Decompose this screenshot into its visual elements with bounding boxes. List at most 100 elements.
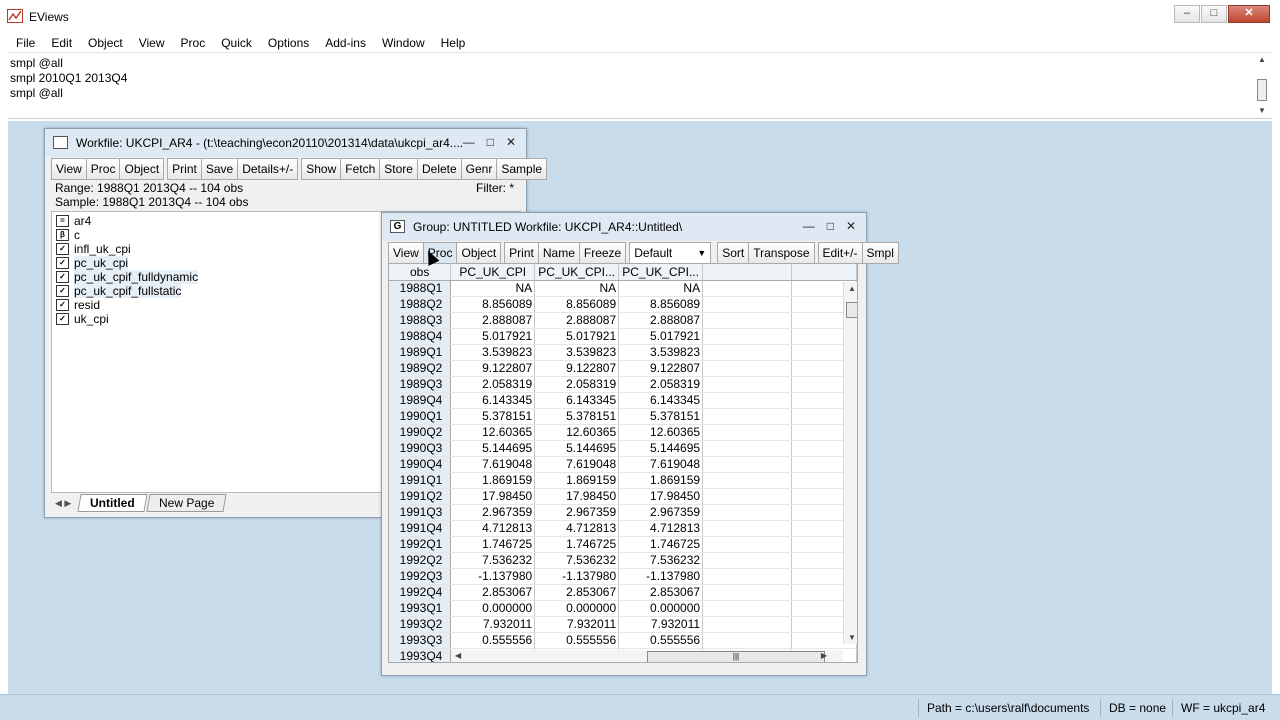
table-cell[interactable]: 2.967359 bbox=[534, 504, 620, 521]
table-cell[interactable]: -1.137980 bbox=[450, 568, 536, 585]
command-scrollbar[interactable]: ▲ ▼ bbox=[1256, 55, 1268, 115]
empty-cell[interactable] bbox=[702, 312, 792, 329]
empty-cell[interactable] bbox=[702, 488, 792, 505]
menu-view[interactable]: View bbox=[131, 36, 173, 50]
table-cell[interactable]: NA bbox=[618, 280, 704, 297]
tab-scroll-icon[interactable]: ◀ ▶ bbox=[55, 498, 71, 509]
table-cell[interactable]: 8.856089 bbox=[534, 296, 620, 313]
empty-cell[interactable] bbox=[702, 584, 792, 601]
spreadsheet-grid[interactable]: obs PC_UK_CPI PC_UK_CPI... PC_UK_CPI... … bbox=[388, 263, 858, 663]
close-icon[interactable]: ✕ bbox=[506, 135, 516, 149]
empty-cell[interactable] bbox=[702, 360, 792, 377]
table-cell[interactable]: 2.058319 bbox=[450, 376, 536, 393]
scroll-down-icon[interactable]: ▼ bbox=[1256, 106, 1268, 115]
column-header[interactable]: PC_UK_CPI... bbox=[534, 264, 620, 281]
wf-store-button[interactable]: Store bbox=[379, 158, 418, 180]
table-cell[interactable]: 0.555556 bbox=[618, 632, 704, 649]
empty-cell[interactable] bbox=[702, 440, 792, 457]
grp-transpose-button[interactable]: Transpose bbox=[748, 242, 815, 264]
empty-cell[interactable] bbox=[702, 328, 792, 345]
format-select[interactable]: Default ▼ bbox=[629, 242, 712, 264]
table-cell[interactable]: 1.746725 bbox=[450, 536, 536, 553]
empty-cell[interactable] bbox=[702, 472, 792, 489]
grid-vertical-scrollbar[interactable]: ▲ ▼ bbox=[843, 282, 857, 644]
row-label[interactable]: 1992Q3 bbox=[389, 568, 452, 585]
row-label[interactable]: 1993Q2 bbox=[389, 616, 452, 633]
row-label[interactable]: 1991Q4 bbox=[389, 520, 452, 537]
menu-quick[interactable]: Quick bbox=[213, 36, 260, 50]
row-label[interactable]: 1992Q4 bbox=[389, 584, 452, 601]
row-label[interactable]: 1990Q3 bbox=[389, 440, 452, 457]
scroll-thumb[interactable] bbox=[1257, 79, 1267, 101]
table-cell[interactable]: 1.746725 bbox=[534, 536, 620, 553]
table-cell[interactable]: 2.853067 bbox=[450, 584, 536, 601]
grp-smpl-button[interactable]: Smpl bbox=[861, 242, 899, 264]
table-cell[interactable]: 17.98450 bbox=[450, 488, 536, 505]
row-label[interactable]: 1993Q3 bbox=[389, 632, 452, 649]
empty-cell[interactable] bbox=[702, 392, 792, 409]
table-cell[interactable]: 2.058319 bbox=[618, 376, 704, 393]
row-label[interactable]: 1988Q4 bbox=[389, 328, 452, 345]
table-cell[interactable]: 7.932011 bbox=[450, 616, 536, 633]
menu-proc[interactable]: Proc bbox=[173, 36, 214, 50]
empty-cell[interactable] bbox=[702, 536, 792, 553]
wf-delete-button[interactable]: Delete bbox=[416, 158, 462, 180]
scroll-down-icon[interactable]: ▼ bbox=[844, 633, 857, 642]
maximize-icon[interactable]: □ bbox=[487, 135, 494, 149]
scroll-up-icon[interactable]: ▲ bbox=[1256, 55, 1268, 64]
row-label[interactable]: 1990Q1 bbox=[389, 408, 452, 425]
list-item-pc-uk-cpif-fullstatic[interactable]: ✓ pc_uk_cpif_fullstatic bbox=[56, 284, 182, 298]
table-cell[interactable]: 3.539823 bbox=[450, 344, 536, 361]
table-cell[interactable]: 5.144695 bbox=[450, 440, 536, 457]
maximize-icon[interactable]: □ bbox=[827, 219, 834, 233]
group-titlebar[interactable]: G Group: UNTITLED Workfile: UKCPI_AR4::U… bbox=[382, 213, 866, 241]
table-cell[interactable]: 7.536232 bbox=[450, 552, 536, 569]
table-cell[interactable]: 12.60365 bbox=[618, 424, 704, 441]
table-cell[interactable]: 5.144695 bbox=[534, 440, 620, 457]
table-cell[interactable]: 5.017921 bbox=[450, 328, 536, 345]
restore-button[interactable]: □ bbox=[1201, 5, 1227, 23]
table-cell[interactable]: 4.712813 bbox=[450, 520, 536, 537]
table-cell[interactable]: 5.144695 bbox=[618, 440, 704, 457]
table-cell[interactable]: 1.746725 bbox=[618, 536, 704, 553]
table-cell[interactable]: 0.000000 bbox=[618, 600, 704, 617]
table-cell[interactable]: 12.60365 bbox=[534, 424, 620, 441]
table-cell[interactable]: 3.539823 bbox=[534, 344, 620, 361]
empty-cell[interactable] bbox=[702, 408, 792, 425]
column-header[interactable]: PC_UK_CPI bbox=[450, 264, 536, 281]
table-cell[interactable]: 5.378151 bbox=[618, 408, 704, 425]
empty-cell[interactable] bbox=[702, 280, 792, 297]
grp-freeze-button[interactable]: Freeze bbox=[578, 242, 627, 264]
scroll-up-icon[interactable]: ▲ bbox=[844, 284, 857, 293]
grp-view-button[interactable]: View bbox=[388, 242, 424, 264]
table-cell[interactable]: 2.058319 bbox=[534, 376, 620, 393]
list-item-pc-uk-cpi[interactable]: ✓ pc_uk_cpi bbox=[56, 256, 129, 270]
table-cell[interactable]: 2.967359 bbox=[450, 504, 536, 521]
workfile-titlebar[interactable]: Workfile: UKCPI_AR4 - (t:\teaching\econ2… bbox=[45, 129, 526, 157]
table-cell[interactable]: 1.869159 bbox=[534, 472, 620, 489]
empty-cell[interactable] bbox=[702, 520, 792, 537]
grp-object-button[interactable]: Object bbox=[456, 242, 502, 264]
table-cell[interactable]: 6.143345 bbox=[534, 392, 620, 409]
table-cell[interactable]: 1.869159 bbox=[450, 472, 536, 489]
empty-cell[interactable] bbox=[702, 568, 792, 585]
list-item-resid[interactable]: ✓ resid bbox=[56, 298, 100, 312]
table-cell[interactable]: 6.143345 bbox=[450, 392, 536, 409]
row-label[interactable]: 1989Q4 bbox=[389, 392, 452, 409]
row-label[interactable]: 1991Q2 bbox=[389, 488, 452, 505]
table-cell[interactable]: 2.853067 bbox=[618, 584, 704, 601]
empty-cell[interactable] bbox=[702, 344, 792, 361]
workfile-filter[interactable]: Filter: * bbox=[476, 181, 514, 195]
row-label[interactable]: 1989Q2 bbox=[389, 360, 452, 377]
tab-new-page[interactable]: New Page bbox=[146, 494, 227, 512]
minimize-button[interactable]: – bbox=[1174, 5, 1200, 23]
scroll-thumb[interactable] bbox=[846, 302, 857, 318]
table-cell[interactable]: 9.122807 bbox=[534, 360, 620, 377]
wf-view-button[interactable]: View bbox=[51, 158, 87, 180]
table-cell[interactable]: 6.143345 bbox=[618, 392, 704, 409]
empty-cell[interactable] bbox=[702, 600, 792, 617]
row-label[interactable]: 1988Q2 bbox=[389, 296, 452, 313]
list-item-pc-uk-cpif-fulldynamic[interactable]: ✓ pc_uk_cpif_fulldynamic bbox=[56, 270, 199, 284]
minimize-icon[interactable]: — bbox=[463, 135, 475, 149]
empty-cell[interactable] bbox=[702, 456, 792, 473]
